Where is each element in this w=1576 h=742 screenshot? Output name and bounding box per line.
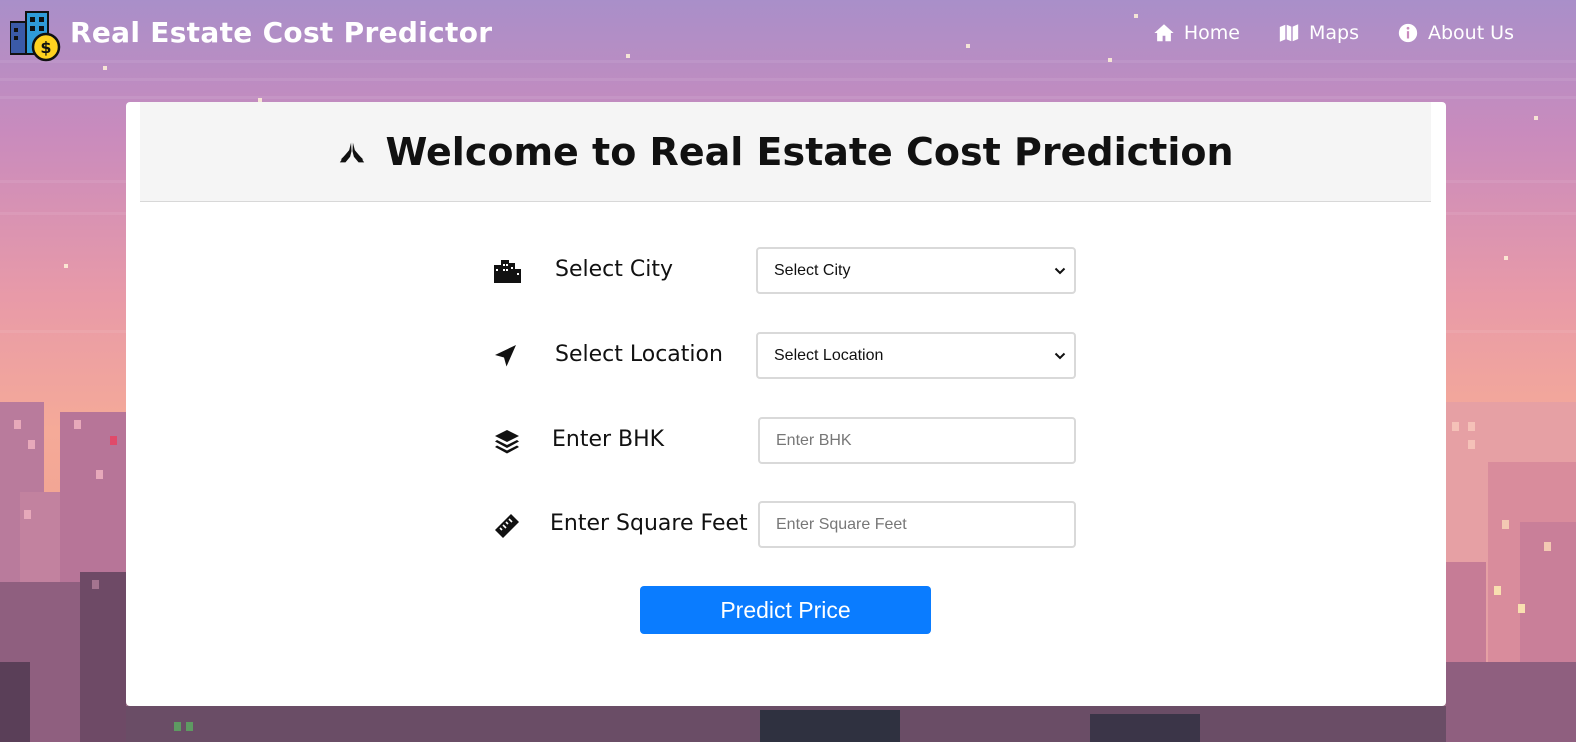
nav-about-label: About Us [1427,22,1514,44]
bhk-input[interactable] [758,417,1076,464]
home-icon [1154,24,1174,42]
layers-icon [492,427,522,455]
city-label: Select City [555,257,673,282]
nav-home-label: Home [1183,22,1240,44]
location-label: Select Location [555,342,723,367]
card-header: Welcome to Real Estate Cost Prediction [140,102,1431,202]
bhk-row: Enter BHK [126,417,1446,465]
prediction-card: Welcome to Real Estate Cost Prediction S… [126,102,1446,706]
city-select[interactable]: Select City [756,247,1076,294]
location-arrow-icon [492,342,522,370]
building-dollar-icon[interactable]: $ [9,10,62,62]
bhk-label: Enter BHK [552,427,665,452]
nav-links: Home Maps About Us [1153,22,1514,44]
sqft-input[interactable] [758,501,1076,548]
location-row: Select Location Select Location [126,332,1446,380]
brand-title[interactable]: Real Estate Cost Predictor [70,16,492,49]
nav-home[interactable]: Home [1153,22,1240,44]
location-select[interactable]: Select Location [756,332,1076,379]
page-title: Welcome to Real Estate Cost Prediction [385,129,1234,174]
city-row: Select City Select City [126,247,1446,295]
top-navbar: $ Real Estate Cost Predictor Home Maps A… [0,0,1576,72]
info-icon [1398,23,1418,43]
sqft-label: Enter Square Feet [550,511,748,536]
praying-hands-icon [337,137,367,167]
sqft-row: Enter Square Feet [126,501,1446,549]
ruler-icon [492,511,522,539]
nav-about[interactable]: About Us [1397,22,1514,44]
nav-maps[interactable]: Maps [1278,22,1359,44]
nav-maps-label: Maps [1308,22,1359,44]
city-icon [492,257,522,285]
predict-price-button[interactable]: Predict Price [640,586,931,634]
map-icon [1279,24,1299,42]
svg-text:$: $ [40,38,51,57]
